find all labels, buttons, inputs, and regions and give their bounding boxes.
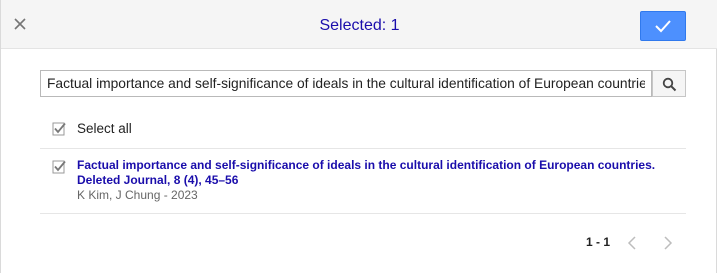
search-input[interactable] xyxy=(40,70,652,97)
result-checkbox[interactable] xyxy=(52,160,66,174)
divider xyxy=(40,213,686,214)
select-all-label: Select all xyxy=(77,121,132,136)
select-all-checkbox[interactable] xyxy=(52,122,66,136)
dialog-header: Selected: 1 xyxy=(1,0,717,49)
chevron-left-icon xyxy=(627,236,636,250)
confirm-button[interactable] xyxy=(640,11,686,41)
divider xyxy=(40,148,686,149)
pager-range: 1 - 1 xyxy=(586,235,611,249)
next-page-button[interactable] xyxy=(656,231,680,255)
result-authors: K Kim, J Chung - 2023 xyxy=(77,188,198,202)
search-icon xyxy=(662,77,677,92)
chevron-right-icon xyxy=(664,236,673,250)
checkmark-icon xyxy=(655,20,671,33)
selected-count-title: Selected: 1 xyxy=(319,17,400,34)
search-button[interactable] xyxy=(652,70,686,97)
previous-page-button[interactable] xyxy=(620,231,644,255)
result-title-link[interactable]: Factual importance and self-significance… xyxy=(77,158,687,188)
selection-dialog: Selected: 1 Select all Factual importan xyxy=(0,0,717,273)
